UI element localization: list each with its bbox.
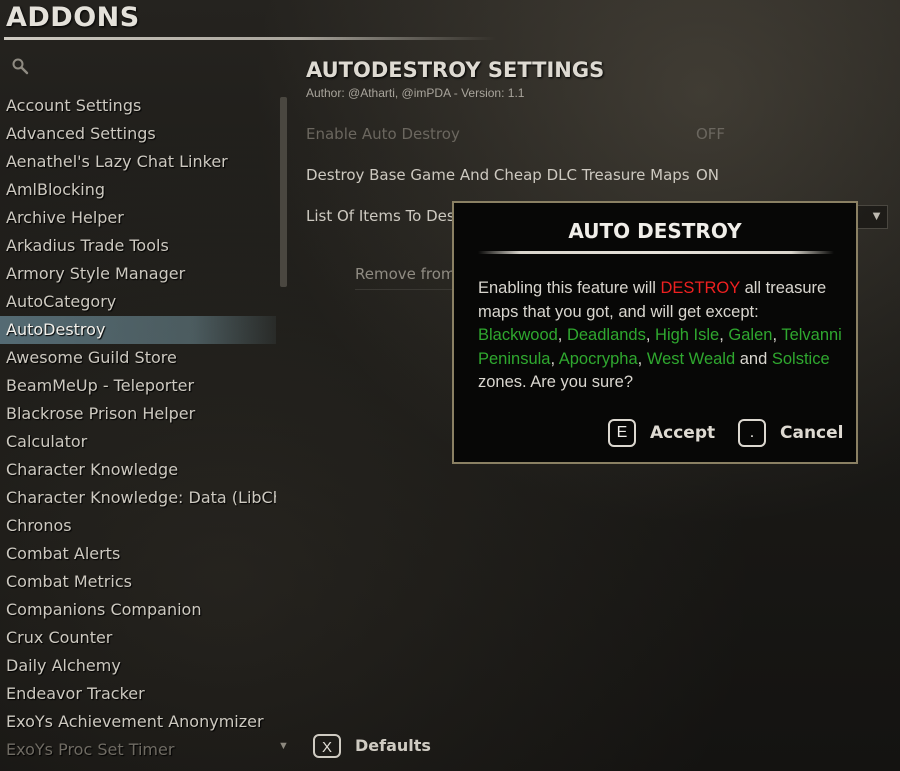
dialog-text: Enabling this feature will xyxy=(478,279,661,297)
addon-list-item[interactable]: Aenathel's Lazy Chat Linker xyxy=(0,148,276,176)
dialog-text: zones. Are you sure? xyxy=(478,373,634,391)
confirm-dialog: AUTO DESTROY Enabling this feature will … xyxy=(452,201,858,464)
addon-list-item[interactable]: Armory Style Manager xyxy=(0,260,276,288)
addon-author: Author: @Atharti, @imPDA - Version: 1.1 xyxy=(306,86,525,100)
dialog-message: Enabling this feature will DESTROY all t… xyxy=(478,277,842,395)
addon-list-item[interactable]: Archive Helper xyxy=(0,204,276,232)
addon-list-item[interactable]: ExoYs Proc Set Timer xyxy=(0,736,276,764)
setting-enable-auto-destroy[interactable]: Enable Auto Destroy OFF xyxy=(306,125,726,149)
dialog-title: AUTO DESTROY xyxy=(568,219,742,243)
addon-list-item[interactable]: Endeavor Tracker xyxy=(0,680,276,708)
separator: , xyxy=(645,326,656,344)
addon-list-item[interactable]: Chronos xyxy=(0,512,276,540)
dialog-divider xyxy=(478,251,834,254)
separator: , xyxy=(772,326,782,344)
addon-list-item[interactable]: ExoYs Achievement Anonymizer xyxy=(0,708,276,736)
settings-title: AUTODESTROY SETTINGS xyxy=(306,58,605,82)
addon-list-item[interactable]: Companions Companion xyxy=(0,596,276,624)
defaults-button[interactable]: Defaults xyxy=(355,736,431,755)
addon-list-item[interactable]: Character Knowledge: Data (LibCh... xyxy=(0,484,276,512)
setting-destroy-treasure-maps[interactable]: Destroy Base Game And Cheap DLC Treasure… xyxy=(306,166,726,190)
zone-name: Blackwood xyxy=(478,326,558,344)
addon-list-scrollbar[interactable] xyxy=(280,97,287,287)
setting-label: Enable Auto Destroy xyxy=(306,125,460,143)
keybind-x-icon[interactable]: X xyxy=(313,734,341,758)
keybind-e-icon[interactable]: E xyxy=(608,419,636,447)
addon-list-item[interactable]: Advanced Settings xyxy=(0,120,276,148)
addon-list-item[interactable]: Character Knowledge xyxy=(0,456,276,484)
addon-list: Account Settings Advanced Settings Aenat… xyxy=(0,92,276,767)
addon-list-item[interactable]: Awesome Guild Store xyxy=(0,344,276,372)
separator: and xyxy=(735,349,772,368)
setting-toggle-value[interactable]: ON xyxy=(696,166,719,184)
setting-label: Destroy Base Game And Cheap DLC Treasure… xyxy=(306,166,690,184)
addon-list-item[interactable]: Blackrose Prison Helper xyxy=(0,400,276,428)
addon-list-item[interactable]: Combat Alerts xyxy=(0,540,276,568)
zone-name: Solstice xyxy=(771,349,830,368)
setting-toggle-value[interactable]: OFF xyxy=(696,125,725,143)
zone-name: Deadlands xyxy=(566,326,646,344)
addon-list-item[interactable]: Arkadius Trade Tools xyxy=(0,232,276,260)
scroll-down-arrow-icon[interactable]: ▼ xyxy=(278,740,289,752)
zone-name: West Weald xyxy=(646,349,736,368)
keybind-period-icon[interactable]: . xyxy=(738,419,766,447)
addon-list-item-selected[interactable]: AutoDestroy xyxy=(0,316,276,344)
addon-list-item[interactable]: Combat Metrics xyxy=(0,568,276,596)
separator: , xyxy=(550,349,559,368)
accept-button[interactable]: Accept xyxy=(650,423,715,443)
addon-list-item[interactable]: Daily Alchemy xyxy=(0,652,276,680)
addon-list-item[interactable]: AmlBlocking xyxy=(0,176,276,204)
zone-name: Galen xyxy=(728,326,773,344)
addon-list-item[interactable]: Calculator xyxy=(0,428,276,456)
chevron-down-icon[interactable]: ▼ xyxy=(870,208,883,223)
addon-list-item[interactable]: AutoCategory xyxy=(0,288,276,316)
addon-list-item[interactable]: Account Settings xyxy=(0,92,276,120)
separator: , xyxy=(557,326,567,344)
page-title: ADDONS xyxy=(6,2,140,33)
zone-name: Apocrypha xyxy=(558,349,638,368)
separator: , xyxy=(637,349,647,368)
zone-name: High Isle xyxy=(655,326,720,344)
addon-list-item[interactable]: BeamMeUp - Teleporter xyxy=(0,372,276,400)
title-divider xyxy=(4,37,496,40)
destroy-highlight: DESTROY xyxy=(660,279,740,297)
cancel-button[interactable]: Cancel xyxy=(780,423,843,443)
search-icon[interactable] xyxy=(11,57,30,76)
addon-list-item[interactable]: Crux Counter xyxy=(0,624,276,652)
